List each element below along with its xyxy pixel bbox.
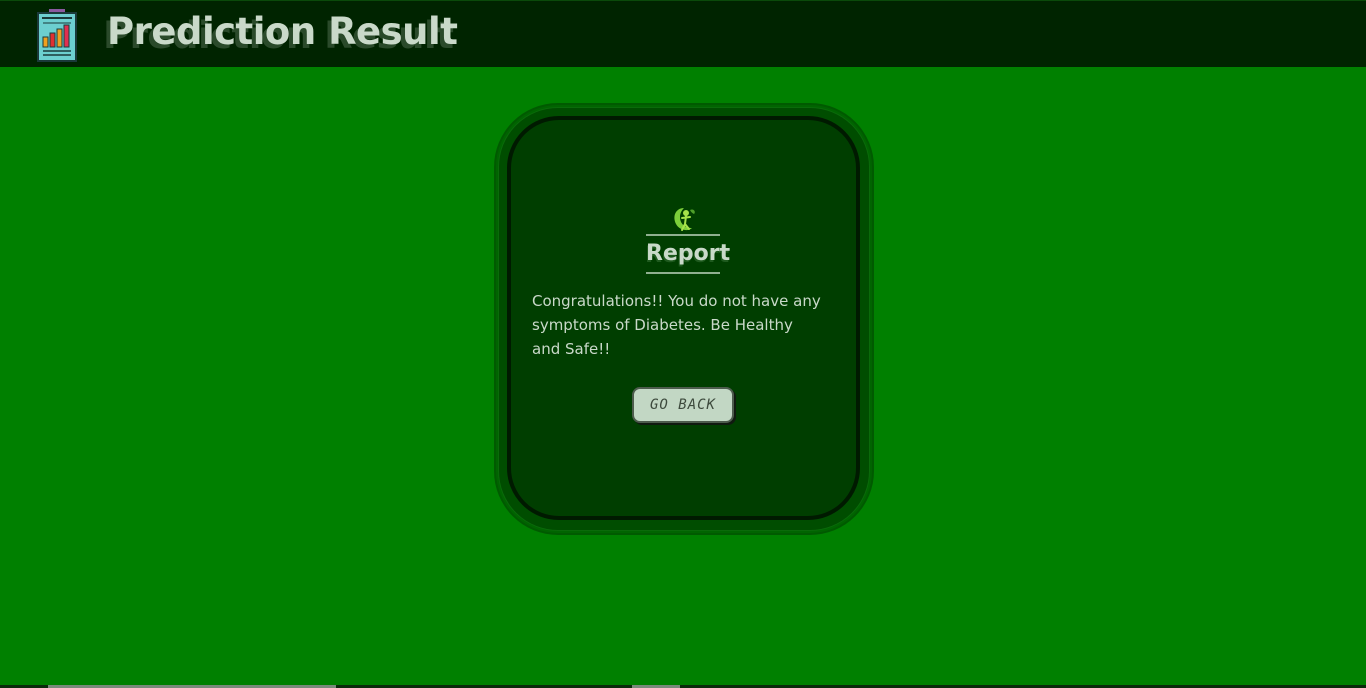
healthy-person-leaf-icon bbox=[674, 208, 695, 231]
go-back-button[interactable]: GO BACK bbox=[632, 387, 734, 423]
result-message: Congratulations!! You do not have any sy… bbox=[532, 292, 821, 358]
bar-chart-clipboard-icon bbox=[37, 9, 77, 62]
page-title: Prediction Result bbox=[107, 10, 458, 53]
report-heading: Report bbox=[646, 234, 730, 274]
header-bar: Prediction Result bbox=[0, 0, 1366, 67]
